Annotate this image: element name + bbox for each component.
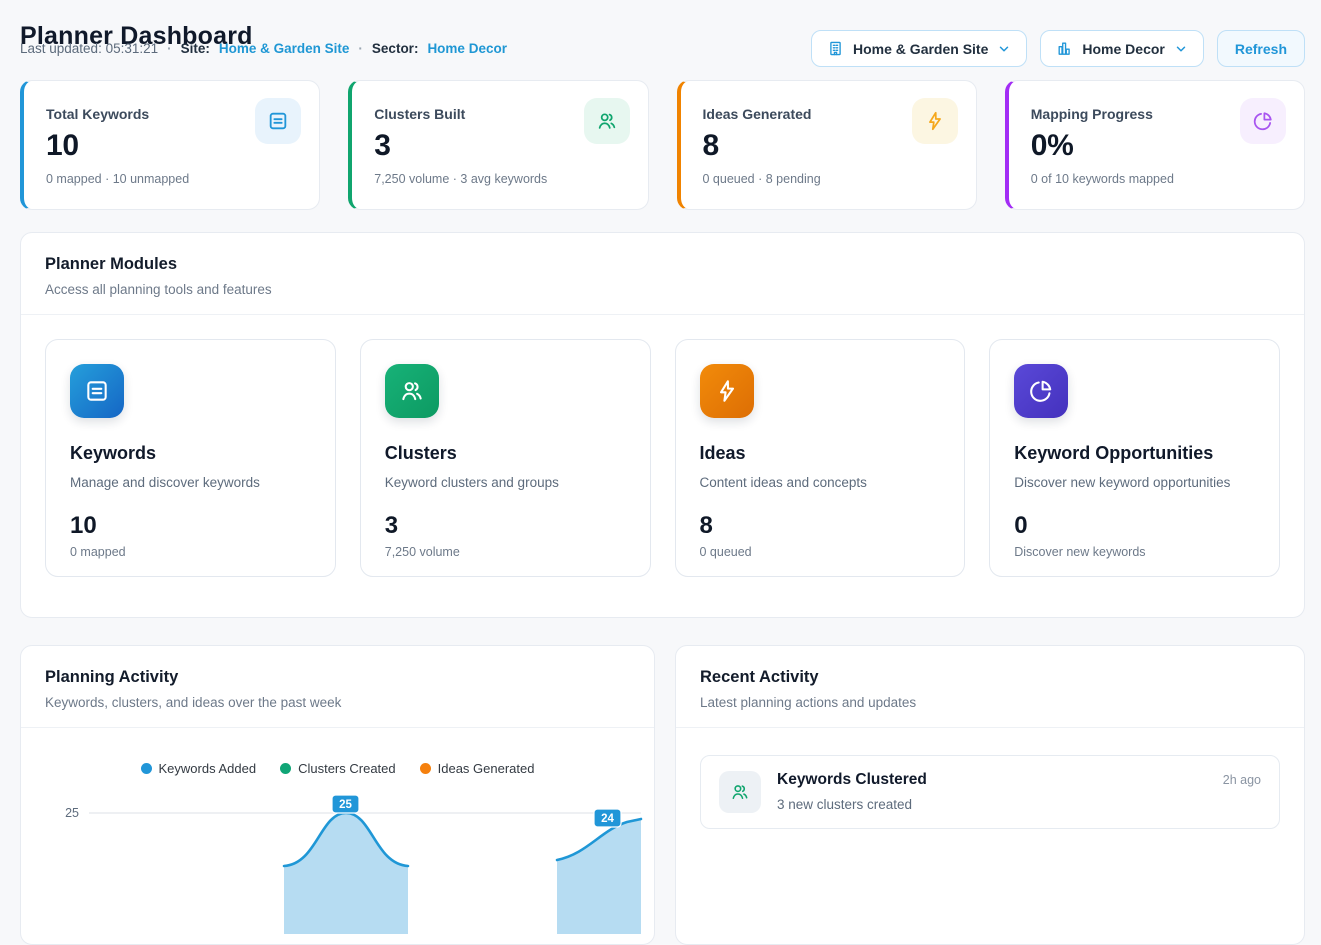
meta-separator: · <box>167 41 172 56</box>
legend-item-ideas-generated[interactable]: Ideas Generated <box>420 761 535 776</box>
document-icon <box>255 98 301 144</box>
bar-chart-icon <box>1056 40 1073 57</box>
meta-separator: · <box>358 41 363 56</box>
module-card-keywords[interactable]: Keywords Manage and discover keywords 10… <box>45 339 336 577</box>
site-label: Site: <box>181 41 210 56</box>
module-card-ideas[interactable]: Ideas Content ideas and concepts 8 0 que… <box>675 339 966 577</box>
stat-subtext: 0 mapped · 10 unmapped <box>46 172 297 186</box>
document-icon <box>70 364 124 418</box>
planning-activity-subtitle: Keywords, clusters, and ideas over the p… <box>45 695 630 710</box>
stat-card-ideas-generated: Ideas Generated 8 0 queued · 8 pending <box>677 80 977 210</box>
legend-label: Keywords Added <box>159 761 257 776</box>
module-card-keyword-opportunities[interactable]: Keyword Opportunities Discover new keywo… <box>989 339 1280 577</box>
module-description: Content ideas and concepts <box>700 475 941 490</box>
recent-activity-header: Recent Activity Latest planning actions … <box>676 646 1304 728</box>
svg-text:25: 25 <box>339 799 352 811</box>
bottom-row: Planning Activity Keywords, clusters, an… <box>20 645 1305 945</box>
sector-link[interactable]: Home Decor <box>427 41 507 56</box>
module-subtext: 0 queued <box>700 545 941 559</box>
activity-item-title: Keywords Clustered <box>777 771 927 789</box>
stat-card-total-keywords: Total Keywords 10 0 mapped · 10 unmapped <box>20 80 320 210</box>
module-card-clusters[interactable]: Clusters Keyword clusters and groups 3 7… <box>360 339 651 577</box>
module-subtext: 7,250 volume <box>385 545 626 559</box>
planning-activity-chart: 25 25 24 <box>21 784 655 934</box>
header-controls: Home & Garden Site Home Decor Refresh <box>811 30 1305 67</box>
building-icon <box>827 40 844 57</box>
module-value: 3 <box>385 512 626 540</box>
sector-label: Sector: <box>372 41 419 56</box>
module-subtext: 0 mapped <box>70 545 311 559</box>
module-title: Keyword Opportunities <box>1014 443 1255 464</box>
users-icon <box>719 771 761 813</box>
planner-modules-panel: Planner Modules Access all planning tool… <box>20 232 1305 618</box>
modules-grid: Keywords Manage and discover keywords 10… <box>21 315 1304 601</box>
lightning-icon <box>700 364 754 418</box>
svg-text:24: 24 <box>601 813 614 825</box>
refresh-button[interactable]: Refresh <box>1217 30 1305 67</box>
module-description: Manage and discover keywords <box>70 475 311 490</box>
legend-label: Ideas Generated <box>438 761 535 776</box>
stat-card-mapping-progress: Mapping Progress 0% 0 of 10 keywords map… <box>1005 80 1305 210</box>
stat-subtext: 0 queued · 8 pending <box>703 172 954 186</box>
data-label-badge-25: 25 <box>332 795 359 813</box>
data-label-badge-24: 24 <box>594 809 621 827</box>
users-icon <box>385 364 439 418</box>
modules-panel-subtitle: Access all planning tools and features <box>45 282 1280 297</box>
pie-chart-icon <box>1240 98 1286 144</box>
module-title: Keywords <box>70 443 311 464</box>
chevron-down-icon <box>1174 42 1188 56</box>
modules-panel-header: Planner Modules Access all planning tool… <box>21 233 1304 315</box>
stat-card-clusters-built: Clusters Built 3 7,250 volume · 3 avg ke… <box>348 80 648 210</box>
legend-label: Clusters Created <box>298 761 396 776</box>
modules-panel-title: Planner Modules <box>45 255 1280 274</box>
legend-dot-icon <box>141 763 152 774</box>
recent-activity-subtitle: Latest planning actions and updates <box>700 695 1280 710</box>
planner-dashboard-page: Planner Dashboard Last updated: 05:31:21… <box>0 0 1321 832</box>
module-value: 0 <box>1014 512 1255 540</box>
module-subtext: Discover new keywords <box>1014 545 1255 559</box>
chevron-down-icon <box>997 42 1011 56</box>
site-link[interactable]: Home & Garden Site <box>219 41 350 56</box>
chart-legend: Keywords Added Clusters Created Ideas Ge… <box>21 761 654 776</box>
module-description: Keyword clusters and groups <box>385 475 626 490</box>
header-meta: Last updated: 05:31:21 · Site: Home & Ga… <box>20 41 507 56</box>
last-updated-text: Last updated: 05:31:21 <box>20 41 158 56</box>
activity-item-description: 3 new clusters created <box>777 797 1261 812</box>
module-value: 10 <box>70 512 311 540</box>
site-selector-dropdown[interactable]: Home & Garden Site <box>811 30 1027 67</box>
planning-activity-header: Planning Activity Keywords, clusters, an… <box>21 646 654 728</box>
planning-activity-title: Planning Activity <box>45 668 630 687</box>
planning-activity-panel: Planning Activity Keywords, clusters, an… <box>20 645 655 945</box>
module-description: Discover new keyword opportunities <box>1014 475 1255 490</box>
stat-subtext: 7,250 volume · 3 avg keywords <box>374 172 625 186</box>
site-selector-label: Home & Garden Site <box>853 41 988 57</box>
legend-item-clusters-created[interactable]: Clusters Created <box>280 761 396 776</box>
activity-item-timestamp: 2h ago <box>1223 773 1261 787</box>
recent-activity-panel: Recent Activity Latest planning actions … <box>675 645 1305 945</box>
activity-item-keywords-clustered: Keywords Clustered 2h ago 3 new clusters… <box>700 755 1280 829</box>
sector-selector-dropdown[interactable]: Home Decor <box>1040 30 1203 67</box>
stats-row: Total Keywords 10 0 mapped · 10 unmapped… <box>20 80 1305 210</box>
activity-item-body: Keywords Clustered 2h ago 3 new clusters… <box>777 771 1261 813</box>
recent-activity-title: Recent Activity <box>700 668 1280 687</box>
legend-dot-icon <box>280 763 291 774</box>
module-title: Clusters <box>385 443 626 464</box>
module-value: 8 <box>700 512 941 540</box>
legend-dot-icon <box>420 763 431 774</box>
users-icon <box>584 98 630 144</box>
legend-item-keywords-added[interactable]: Keywords Added <box>141 761 257 776</box>
sector-selector-label: Home Decor <box>1082 41 1164 57</box>
lightning-icon <box>912 98 958 144</box>
module-title: Ideas <box>700 443 941 464</box>
y-axis-tick-label: 25 <box>65 806 79 820</box>
stat-subtext: 0 of 10 keywords mapped <box>1031 172 1282 186</box>
pie-chart-icon <box>1014 364 1068 418</box>
